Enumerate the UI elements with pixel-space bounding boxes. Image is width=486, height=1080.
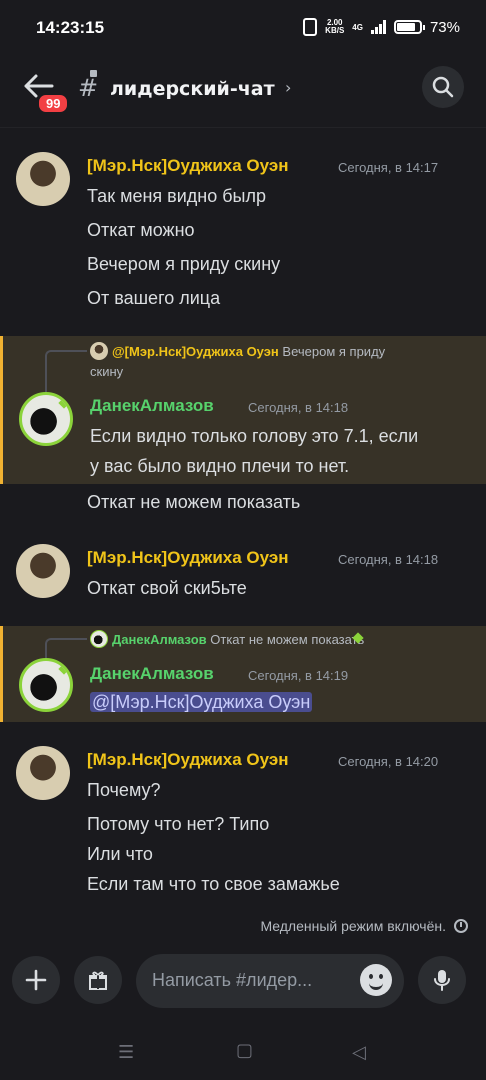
lock-icon — [90, 70, 97, 77]
recents-nav-icon[interactable]: ☰ — [118, 1042, 134, 1063]
timestamp: Сегодня, в 14:17 — [338, 160, 439, 175]
hash-lock-icon: # — [78, 70, 99, 102]
channel-header: 99 # лидерский-чат › — [0, 56, 486, 128]
unread-badge: 99 — [36, 92, 71, 115]
reply-author: ДанекАлмазов — [112, 632, 207, 647]
plus-icon — [25, 969, 47, 991]
message-group-highlighted[interactable]: ДанекАлмазов Откат не можем показать Дан… — [0, 626, 486, 722]
message-line: Почему? — [87, 780, 161, 800]
message-line: Откат свой ски5ьте — [87, 578, 247, 598]
message-composer: Написать #лидер... — [0, 942, 486, 1028]
system-nav-bar: ☰ ▢ ◁ — [0, 1028, 486, 1080]
status-time: 14:23:15 — [36, 18, 105, 37]
timestamp: Сегодня, в 14:19 — [248, 668, 349, 683]
reply-avatar — [90, 630, 108, 648]
avatar[interactable] — [16, 544, 70, 598]
hash-symbol: # — [78, 74, 99, 102]
username[interactable]: [Мэр.Нск]Оуджиха Оуэн — [87, 750, 289, 770]
timer-icon — [454, 919, 468, 933]
reply-text: Откат не можем показать — [210, 632, 365, 647]
user-mention[interactable]: @[Мэр.Нск]Оуджиха Оуэн — [90, 692, 313, 712]
message-input-placeholder: Написать #лидер... — [152, 970, 313, 990]
status-bar: 14:23:15 2.00 KB/S 4G 73% — [0, 0, 486, 56]
microphone-icon — [434, 970, 450, 991]
message-line: Откат не можем показать — [87, 492, 301, 512]
search-icon — [432, 76, 454, 98]
avatar[interactable] — [19, 392, 73, 446]
message-line: Потому что нет? Типо — [87, 814, 270, 834]
timestamp: Сегодня, в 14:20 — [338, 754, 439, 769]
message-line: Или что — [87, 844, 153, 864]
channel-name[interactable]: лидерский-чат — [110, 78, 275, 100]
avatar[interactable] — [16, 746, 70, 800]
battery-level: 73% — [429, 18, 460, 36]
slowmode-text: Медленный режим включён. — [260, 918, 446, 934]
timestamp: Сегодня, в 14:18 — [248, 400, 349, 415]
net-speed-unit: KB/S — [325, 26, 345, 35]
gift-icon — [89, 971, 107, 990]
message-line: Вечером я приду скину — [87, 254, 281, 274]
reply-text-wrap: скину — [90, 364, 124, 379]
message-line: Если там что то свое замажье — [87, 874, 340, 894]
signal-icon — [370, 20, 386, 34]
back-nav-icon[interactable]: ◁ — [352, 1042, 366, 1063]
username[interactable]: ДанекАлмазов — [90, 664, 214, 684]
message-line: Если видно только голову это 7.1, если — [90, 426, 419, 446]
username[interactable]: ДанекАлмазов — [90, 396, 214, 416]
add-attachment-button[interactable] — [12, 956, 60, 1004]
avatar[interactable] — [19, 658, 73, 712]
message-line: у вас было видно плечи то нет. — [90, 456, 350, 476]
home-nav-icon[interactable]: ▢ — [236, 1040, 253, 1061]
net-speed: 2.00 KB/S — [325, 19, 344, 35]
status-icons: 2.00 KB/S 4G 73% — [303, 18, 460, 36]
search-button[interactable] — [422, 66, 464, 108]
reply-author: @[Мэр.Нск]Оуджиха Оуэн — [112, 344, 279, 359]
voice-message-button[interactable] — [418, 956, 466, 1004]
avatar[interactable] — [16, 152, 70, 206]
reply-preview[interactable]: ДанекАлмазов Откат не можем показать — [90, 630, 364, 648]
message-line: @[Мэр.Нск]Оуджиха Оуэн — [90, 692, 313, 713]
username[interactable]: [Мэр.Нск]Оуджиха Оуэн — [87, 156, 289, 176]
message-group[interactable]: [Мэр.Нск]Оуджиха Оуэн Сегодня, в 14:17 Т… — [0, 152, 486, 332]
net-type: 4G — [352, 22, 363, 32]
message-line: От вашего лица — [87, 288, 221, 308]
message-group[interactable]: [Мэр.Нск]Оуджиха Оуэн Сегодня, в 14:20 П… — [0, 746, 486, 906]
message-input[interactable]: Написать #лидер... — [136, 954, 404, 1008]
username[interactable]: [Мэр.Нск]Оуджиха Оуэн — [87, 548, 289, 568]
emoji-icon[interactable] — [360, 964, 392, 996]
reply-text: Вечером я приду — [282, 344, 386, 359]
message-group-highlighted[interactable]: @[Мэр.Нск]Оуджиха Оуэн Вечером я приду с… — [0, 336, 486, 484]
chevron-right-icon[interactable]: › — [285, 78, 291, 97]
slowmode-notice: Медленный режим включён. — [260, 918, 468, 934]
vibrate-icon — [303, 18, 318, 36]
gift-button[interactable] — [74, 956, 122, 1004]
battery-icon — [393, 20, 425, 34]
reply-preview[interactable]: @[Мэр.Нск]Оуджиха Оуэн Вечером я приду — [90, 342, 385, 360]
message-group[interactable]: Откат не можем показать — [0, 484, 486, 524]
reply-spine — [45, 350, 87, 394]
message-line: Откат можно — [87, 220, 195, 240]
message-group[interactable]: [Мэр.Нск]Оуджиха Оуэн Сегодня, в 14:18 О… — [0, 544, 486, 608]
timestamp: Сегодня, в 14:18 — [338, 552, 439, 567]
message-line: Так меня видно былр — [87, 186, 266, 206]
reply-avatar — [90, 342, 108, 360]
